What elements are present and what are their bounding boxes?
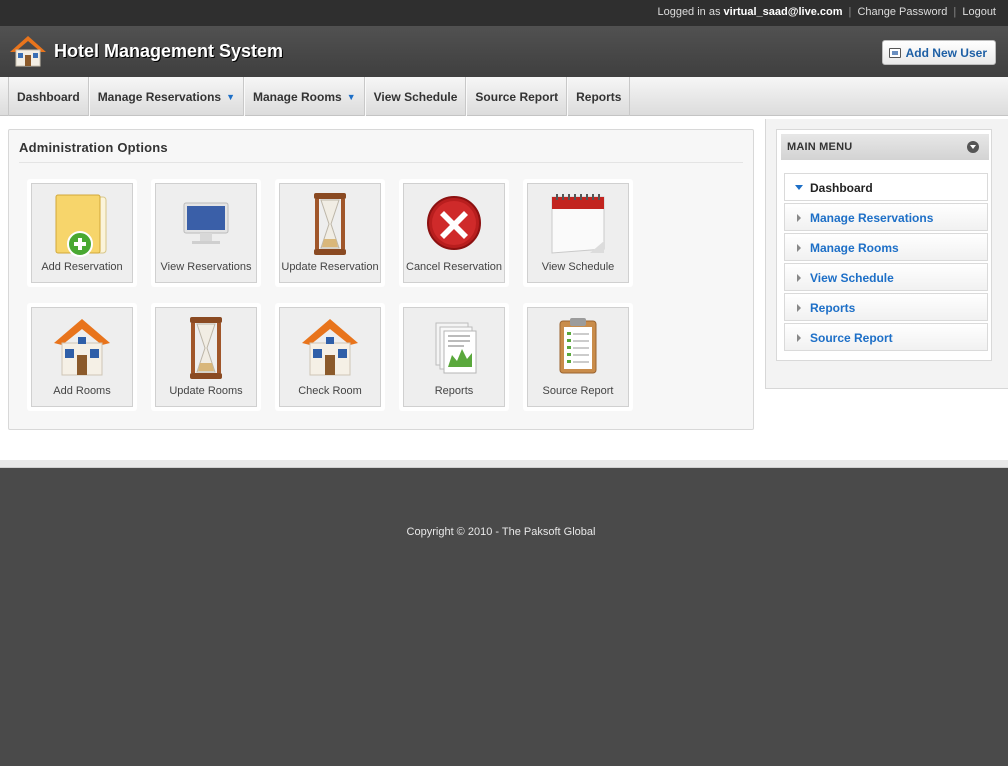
tile-update-rooms[interactable]: Update Rooms bbox=[151, 303, 261, 411]
panel-title: Administration Options bbox=[19, 140, 168, 155]
administration-options-panel: Administration Options Add Reservation V… bbox=[8, 129, 754, 430]
copyright-text: Copyright © 2010 - The Paksoft Global bbox=[406, 526, 596, 538]
tile-check-room[interactable]: Check Room bbox=[275, 303, 385, 411]
house-icon bbox=[54, 319, 110, 376]
username: virtual_saad@live.com bbox=[723, 6, 843, 18]
separator: | bbox=[848, 6, 852, 18]
cancel-x-icon bbox=[427, 196, 481, 250]
hourglass-icon bbox=[314, 193, 346, 255]
tile-label: Update Rooms bbox=[169, 385, 243, 397]
main-nav: Dashboard Manage Reservations ▼ Manage Ro… bbox=[0, 77, 1008, 116]
chevron-down-icon: ▼ bbox=[226, 91, 235, 102]
sidebar-item-label: Reports bbox=[810, 301, 856, 315]
sidebar-item-source-report[interactable]: Source Report bbox=[784, 323, 988, 351]
footer: Copyright © 2010 - The Paksoft Global bbox=[0, 468, 1008, 766]
nav-item-dashboard[interactable]: Dashboard bbox=[8, 77, 89, 116]
tile-add-rooms[interactable]: Add Rooms bbox=[27, 303, 137, 411]
folder-add-icon bbox=[55, 194, 107, 257]
divider bbox=[0, 460, 1008, 468]
tile-frame: Source Report bbox=[527, 307, 629, 407]
tile-view-schedule[interactable]: View Schedule bbox=[523, 179, 633, 287]
monitor-icon bbox=[183, 202, 229, 244]
tile-source-report[interactable]: Source Report bbox=[523, 303, 633, 411]
main-menu-header[interactable]: MAIN MENU bbox=[781, 134, 989, 160]
nav-label: Manage Reservations bbox=[97, 89, 222, 104]
calendar-icon bbox=[551, 194, 605, 254]
hotel-logo-icon bbox=[10, 36, 46, 67]
sidebar: MAIN MENU Dashboard Manage Reservations … bbox=[765, 119, 1008, 389]
hourglass-icon bbox=[190, 317, 222, 379]
add-new-user-label: Add New User bbox=[905, 45, 987, 60]
content-area: Administration Options Add Reservation V… bbox=[0, 116, 1008, 460]
sidebar-item-label: Source Report bbox=[810, 331, 893, 345]
nav-label: View Schedule bbox=[373, 89, 458, 104]
reports-icon bbox=[435, 322, 477, 374]
tile-frame: Add Rooms bbox=[31, 307, 133, 407]
add-new-user-button[interactable]: Add New User bbox=[881, 40, 996, 65]
nav-item-view-schedule[interactable]: View Schedule bbox=[364, 77, 467, 116]
sidebar-item-label: Manage Reservations bbox=[810, 211, 934, 225]
tile-frame: View Schedule bbox=[527, 183, 629, 283]
tile-reports[interactable]: Reports bbox=[399, 303, 509, 411]
sidebar-item-manage-rooms[interactable]: Manage Rooms bbox=[784, 233, 988, 261]
triangle-right-icon bbox=[797, 214, 801, 222]
sidebar-item-label: Manage Rooms bbox=[810, 241, 899, 255]
tile-frame: Check Room bbox=[279, 307, 381, 407]
tile-label: Add Reservation bbox=[41, 261, 123, 273]
header: Hotel Management System Add New User bbox=[0, 26, 1008, 77]
user-card-icon bbox=[888, 47, 901, 58]
tile-view-reservations[interactable]: View Reservations bbox=[151, 179, 261, 287]
tile-label: Cancel Reservation bbox=[406, 261, 502, 273]
tile-label: Check Room bbox=[298, 385, 362, 397]
sidebar-item-label: View Schedule bbox=[810, 271, 894, 285]
logged-in-prefix: Logged in as bbox=[657, 6, 721, 18]
tile-frame: View Reservations bbox=[155, 183, 257, 283]
triangle-down-icon bbox=[795, 185, 803, 190]
nav-label: Source Report bbox=[475, 89, 559, 104]
tile-update-reservation[interactable]: Update Reservation bbox=[275, 179, 385, 287]
triangle-right-icon bbox=[797, 304, 801, 312]
tile-add-reservation[interactable]: Add Reservation bbox=[27, 179, 137, 287]
top-bar: Logged in as virtual_saad@live.com | Cha… bbox=[0, 0, 1008, 26]
main-menu-title: MAIN MENU bbox=[787, 141, 853, 153]
tile-frame: Reports bbox=[403, 307, 505, 407]
tile-label: Reports bbox=[434, 385, 474, 397]
house-icon bbox=[302, 319, 358, 376]
sidebar-item-reports[interactable]: Reports bbox=[784, 293, 988, 321]
triangle-right-icon bbox=[797, 244, 801, 252]
sidebar-item-view-schedule[interactable]: View Schedule bbox=[784, 263, 988, 291]
tile-cancel-reservation[interactable]: Cancel Reservation bbox=[399, 179, 509, 287]
main-menu-box: MAIN MENU Dashboard Manage Reservations … bbox=[776, 129, 992, 361]
change-password-link[interactable]: Change Password bbox=[857, 6, 947, 18]
sidebar-item-dashboard[interactable]: Dashboard bbox=[784, 173, 988, 201]
clipboard-icon bbox=[559, 318, 597, 374]
nav-item-manage-reservations[interactable]: Manage Reservations ▼ bbox=[88, 77, 244, 116]
tile-label: View Reservations bbox=[160, 261, 252, 273]
logout-link[interactable]: Logout bbox=[962, 6, 996, 18]
tile-frame: Cancel Reservation bbox=[403, 183, 505, 283]
nav-item-manage-rooms[interactable]: Manage Rooms ▼ bbox=[244, 77, 365, 116]
sidebar-item-label: Dashboard bbox=[810, 181, 873, 195]
nav-item-source-report[interactable]: Source Report bbox=[466, 77, 568, 116]
nav-label: Manage Rooms bbox=[253, 89, 342, 104]
tile-frame: Update Reservation bbox=[279, 183, 381, 283]
tile-frame: Update Rooms bbox=[155, 307, 257, 407]
collapse-arrow-icon[interactable] bbox=[967, 141, 979, 153]
nav-item-reports[interactable]: Reports bbox=[567, 77, 631, 116]
nav-label: Dashboard bbox=[17, 89, 80, 104]
tile-label: Source Report bbox=[542, 385, 614, 397]
sidebar-item-manage-reservations[interactable]: Manage Reservations bbox=[784, 203, 988, 231]
tile-label: View Schedule bbox=[541, 261, 615, 273]
triangle-right-icon bbox=[797, 334, 801, 342]
tile-label: Update Reservation bbox=[281, 261, 379, 273]
tile-label: Add Rooms bbox=[53, 385, 111, 397]
nav-label: Reports bbox=[576, 89, 622, 104]
tile-frame: Add Reservation bbox=[31, 183, 133, 283]
chevron-down-icon: ▼ bbox=[346, 91, 356, 102]
triangle-right-icon bbox=[797, 274, 801, 282]
separator: | bbox=[953, 6, 957, 18]
app-title: Hotel Management System bbox=[54, 41, 284, 61]
divider bbox=[19, 162, 743, 163]
